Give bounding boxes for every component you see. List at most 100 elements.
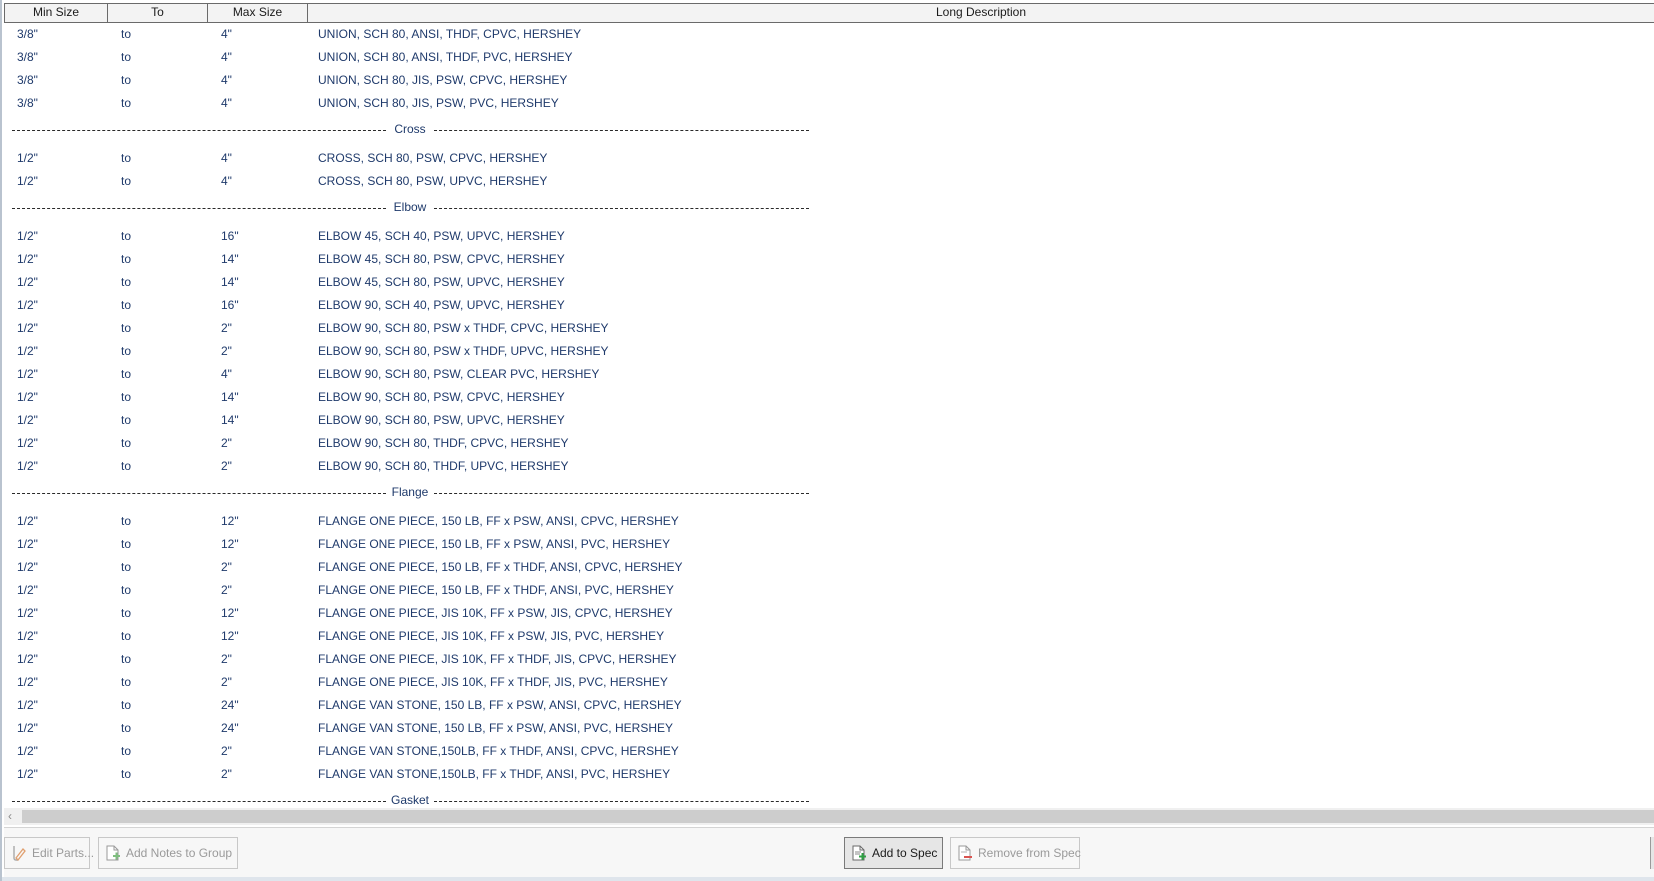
column-header-max-size[interactable]: Max Size xyxy=(208,4,308,22)
cell-min-size: 1/2" xyxy=(17,651,38,666)
cell-min-size: 1/2" xyxy=(17,435,38,450)
cell-to: to xyxy=(121,651,132,666)
table-row[interactable]: 1/2" to 14" ELBOW 45, SCH 80, PSW, CPVC, HE… xyxy=(4,247,1654,270)
column-header-min-size[interactable]: Min Size xyxy=(4,4,108,22)
table-row[interactable]: 1/2" to 2" FLANGE VAN STONE,150LB, FF x THD… xyxy=(4,762,1654,785)
cell-to: to xyxy=(121,628,132,643)
remove-document-icon xyxy=(956,844,974,862)
cell-long-description: FLANGE VAN STONE,150LB, FF x THDF, ANSI,… xyxy=(318,743,679,758)
cell-max-size: 14" xyxy=(221,412,239,427)
table-row[interactable]: 1/2" to 12" FLANGE ONE PIECE, 150 LB, FF x … xyxy=(4,509,1654,532)
add-to-spec-button[interactable]: Add to Spec xyxy=(844,837,943,869)
add-to-spec-label: Add to Spec xyxy=(872,846,938,860)
table-row[interactable]: 1/2" to 2" FLANGE ONE PIECE, 150 LB, FF x T… xyxy=(4,578,1654,601)
cell-to: to xyxy=(121,274,132,289)
table-row[interactable]: 1/2" to 4" ELBOW 90, SCH 80, PSW, CLEAR PVC… xyxy=(4,362,1654,385)
cell-min-size: 3/8" xyxy=(17,26,38,41)
cell-long-description: CROSS, SCH 80, PSW, UPVC, HERSHEY xyxy=(318,173,548,188)
table-row[interactable]: 1/2" to 2" ELBOW 90, SCH 80, PSW x THDF, CP… xyxy=(4,316,1654,339)
cell-max-size: 2" xyxy=(221,766,232,781)
table-row[interactable]: 1/2" to 2" ELBOW 90, SCH 80, THDF, UPVC, HE… xyxy=(4,454,1654,477)
column-header-long-description[interactable]: Long Description xyxy=(308,4,1654,22)
table-row[interactable]: 1/2" to 2" FLANGE ONE PIECE, JIS 10K, FF x … xyxy=(4,647,1654,670)
cell-to: to xyxy=(121,582,132,597)
table-row[interactable]: 3/8" to 4" UNION, SCH 80, JIS, PSW, CPVC, H… xyxy=(4,68,1654,91)
table-row[interactable]: 1/2" to 24" FLANGE VAN STONE, 150 LB, FF x … xyxy=(4,693,1654,716)
cell-max-size: 14" xyxy=(221,251,239,266)
cell-long-description: FLANGE ONE PIECE, 150 LB, FF x PSW, ANSI… xyxy=(318,536,671,551)
cell-min-size: 1/2" xyxy=(17,343,38,358)
group-label: Flange xyxy=(391,485,429,499)
cell-to: to xyxy=(121,49,132,64)
cell-long-description: ELBOW 90, SCH 80, PSW x THDF, UPVC, HERS… xyxy=(318,343,609,358)
remove-from-spec-label: Remove from Spec xyxy=(978,846,1081,860)
cell-max-size: 4" xyxy=(221,26,232,41)
table-row[interactable]: 1/2" to 2" FLANGE ONE PIECE, 150 LB, FF x T… xyxy=(4,555,1654,578)
cell-min-size: 1/2" xyxy=(17,412,38,427)
cell-min-size: 1/2" xyxy=(17,458,38,473)
table-row[interactable]: 1/2" to 12" FLANGE ONE PIECE, JIS 10K, FF x… xyxy=(4,624,1654,647)
table-row[interactable]: 1/2" to 24" FLANGE VAN STONE, 150 LB, FF x … xyxy=(4,716,1654,739)
table-row[interactable]: 1/2" to 16" ELBOW 90, SCH 40, PSW, UPVC, HE… xyxy=(4,293,1654,316)
edit-parts-button[interactable]: Edit Parts... xyxy=(4,837,94,869)
separator-line-right xyxy=(434,208,809,209)
cell-long-description: FLANGE VAN STONE, 150 LB, FF x PSW, ANSI… xyxy=(318,697,682,712)
grid-header: Min Size To Max Size Long Description xyxy=(4,3,1654,23)
cell-min-size: 1/2" xyxy=(17,228,38,243)
cell-min-size: 1/2" xyxy=(17,297,38,312)
cell-long-description: UNION, SCH 80, JIS, PSW, PVC, HERSHEY xyxy=(318,95,559,110)
cell-to: to xyxy=(121,320,132,335)
separator-line-left xyxy=(12,801,386,802)
parts-grid[interactable]: 3/8" to 4" UNION, SCH 80, ANSI, THDF, CPVC,… xyxy=(4,22,1654,808)
cell-min-size: 3/8" xyxy=(17,49,38,64)
table-row[interactable]: 3/8" to 4" UNION, SCH 80, ANSI, THDF, CPVC,… xyxy=(4,22,1654,45)
separator-line-left xyxy=(12,130,386,131)
group-separator: Flange xyxy=(4,477,1654,509)
table-row[interactable]: 1/2" to 16" ELBOW 45, SCH 40, PSW, UPVC, HE… xyxy=(4,224,1654,247)
table-row[interactable]: 3/8" to 4" UNION, SCH 80, JIS, PSW, PVC, HE… xyxy=(4,91,1654,114)
cell-min-size: 1/2" xyxy=(17,513,38,528)
cell-long-description: FLANGE ONE PIECE, 150 LB, FF x THDF, ANS… xyxy=(318,559,683,574)
table-row[interactable]: 1/2" to 12" FLANGE ONE PIECE, JIS 10K, FF x… xyxy=(4,601,1654,624)
table-row[interactable]: 1/2" to 14" ELBOW 90, SCH 80, PSW, UPVC, HE… xyxy=(4,408,1654,431)
add-notes-to-group-button[interactable]: Add Notes to Group xyxy=(98,837,238,869)
cell-min-size: 1/2" xyxy=(17,150,38,165)
add-document-icon xyxy=(850,844,868,862)
column-header-to[interactable]: To xyxy=(108,4,208,22)
scroll-left-icon[interactable]: ‹ xyxy=(8,809,12,823)
remove-from-spec-button[interactable]: Remove from Spec xyxy=(950,837,1081,869)
cell-max-size: 4" xyxy=(221,95,232,110)
cell-max-size: 4" xyxy=(221,366,232,381)
cell-min-size: 3/8" xyxy=(17,95,38,110)
cell-long-description: FLANGE VAN STONE, 150 LB, FF x PSW, ANSI… xyxy=(318,720,673,735)
scrollbar-thumb[interactable] xyxy=(22,810,1654,823)
cell-to: to xyxy=(121,674,132,689)
cell-max-size: 16" xyxy=(221,297,239,312)
table-row[interactable]: 1/2" to 2" ELBOW 90, SCH 80, THDF, CPVC, HE… xyxy=(4,431,1654,454)
table-row[interactable]: 1/2" to 12" FLANGE ONE PIECE, 150 LB, FF x … xyxy=(4,532,1654,555)
edit-parts-label: Edit Parts... xyxy=(32,846,95,860)
toolbar-overflow-button[interactable] xyxy=(1650,837,1654,869)
add-notes-label: Add Notes to Group xyxy=(126,846,233,860)
table-row[interactable]: 1/2" to 2" FLANGE ONE PIECE, JIS 10K, FF x … xyxy=(4,670,1654,693)
group-label: Gasket xyxy=(390,793,429,807)
table-row[interactable]: 1/2" to 2" FLANGE VAN STONE,150LB, FF x THD… xyxy=(4,739,1654,762)
cell-to: to xyxy=(121,228,132,243)
cell-to: to xyxy=(121,173,132,188)
table-row[interactable]: 1/2" to 4" CROSS, SCH 80, PSW, CPVC, HERSHE… xyxy=(4,146,1654,169)
add-note-icon xyxy=(104,844,122,862)
cell-min-size: 1/2" xyxy=(17,389,38,404)
horizontal-scrollbar[interactable]: ‹ xyxy=(4,808,1654,825)
table-row[interactable]: 1/2" to 14" ELBOW 45, SCH 80, PSW, UPVC, HE… xyxy=(4,270,1654,293)
cell-to: to xyxy=(121,458,132,473)
table-row[interactable]: 3/8" to 4" UNION, SCH 80, ANSI, THDF, PVC, … xyxy=(4,45,1654,68)
cell-long-description: ELBOW 45, SCH 80, PSW, UPVC, HERSHEY xyxy=(318,274,565,289)
cell-long-description: ELBOW 45, SCH 40, PSW, UPVC, HERSHEY xyxy=(318,228,565,243)
cell-long-description: ELBOW 90, SCH 80, PSW, CPVC, HERSHEY xyxy=(318,389,565,404)
table-row[interactable]: 1/2" to 4" CROSS, SCH 80, PSW, UPVC, HERSHE… xyxy=(4,169,1654,192)
cell-min-size: 1/2" xyxy=(17,320,38,335)
cell-max-size: 24" xyxy=(221,697,239,712)
cell-min-size: 1/2" xyxy=(17,743,38,758)
table-row[interactable]: 1/2" to 2" ELBOW 90, SCH 80, PSW x THDF, UP… xyxy=(4,339,1654,362)
table-row[interactable]: 1/2" to 14" ELBOW 90, SCH 80, PSW, CPVC, HE… xyxy=(4,385,1654,408)
